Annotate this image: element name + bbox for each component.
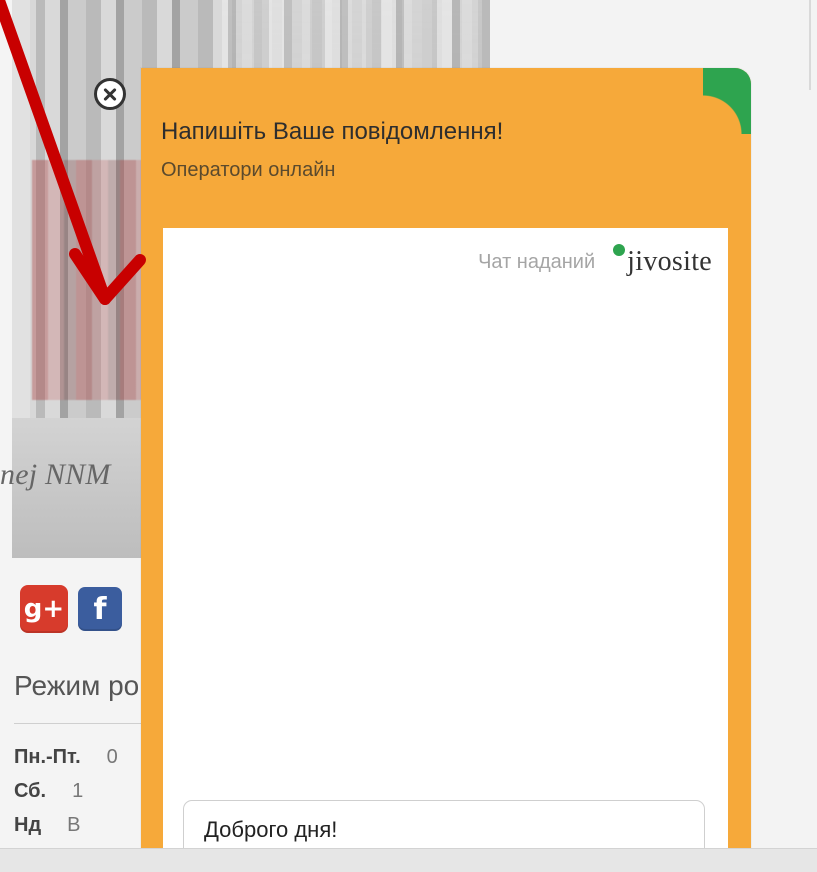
facebook-icon[interactable]: f — [78, 587, 122, 631]
google-plus-icon[interactable]: g+ — [20, 585, 68, 633]
page: nej NNM g+ f Режим ро Пн.-Пт. 0 Сб. 1 Нд… — [0, 0, 817, 872]
hours-value: 1 — [72, 780, 84, 802]
hours-day: Сб. — [14, 780, 47, 802]
close-icon[interactable] — [94, 78, 126, 110]
chat-subtitle: Оператори онлайн — [161, 159, 336, 181]
social-icons: g+ f — [20, 585, 122, 633]
google-plus-icon-text: g+ — [23, 594, 65, 624]
hours-day: Нд — [14, 814, 42, 836]
chat-body: Чат наданий jivosite — [163, 228, 728, 872]
hours-divider — [14, 723, 150, 724]
background-divider — [809, 0, 811, 90]
chat-provider: Чат наданий jivosite — [478, 244, 712, 278]
hours-value: В — [67, 814, 81, 836]
hours-day: Пн.-Пт. — [14, 746, 81, 768]
hours-row: Пн.-Пт. 0 — [14, 740, 154, 774]
background-hero-caption: nej NNM — [0, 458, 111, 491]
chat-provider-text: Чат наданий — [478, 250, 596, 273]
chat-title: Напишіть Ваше повідомлення! — [161, 118, 504, 145]
bottom-bar — [0, 848, 817, 872]
chat-widget: Напишіть Ваше повідомлення! Оператори он… — [141, 68, 751, 872]
hours-row: Нд В — [14, 808, 154, 842]
hours-row: Сб. 1 — [14, 774, 154, 808]
jivosite-logo-text: jivosite — [627, 246, 712, 277]
online-status-indicator — [703, 68, 751, 134]
jivosite-logo-icon — [613, 244, 626, 256]
hours-table: Пн.-Пт. 0 Сб. 1 Нд В — [14, 740, 154, 842]
jivosite-logo: jivosite — [613, 244, 712, 278]
facebook-icon-text: f — [93, 591, 107, 627]
hours-value: 0 — [106, 746, 118, 768]
hours-title: Режим ро — [14, 670, 140, 701]
